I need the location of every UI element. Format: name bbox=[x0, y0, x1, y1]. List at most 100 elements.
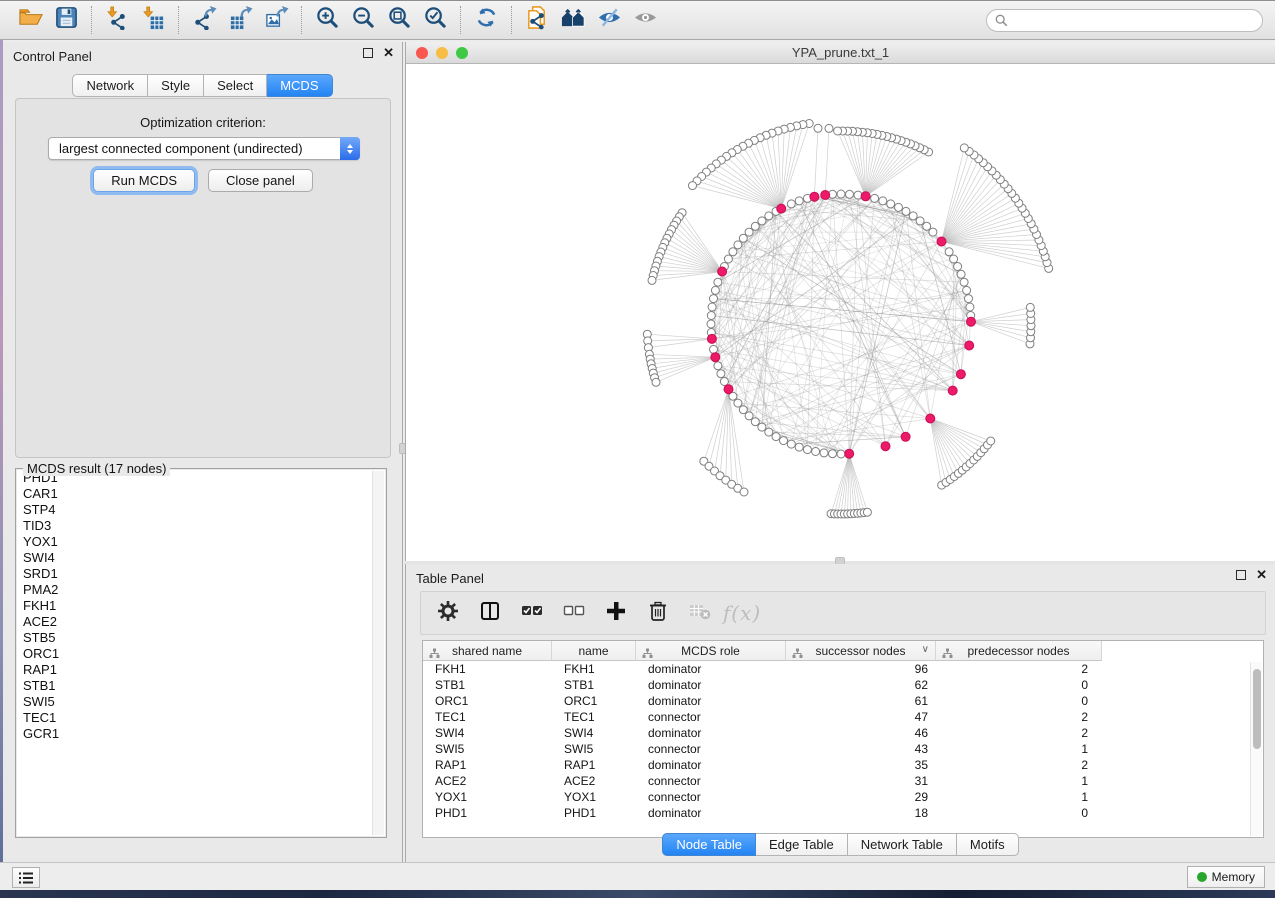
networks-home-button[interactable] bbox=[555, 4, 591, 36]
float-panel-icon[interactable] bbox=[363, 48, 373, 58]
gear-button[interactable] bbox=[435, 600, 461, 626]
mcds-result-list[interactable]: PHD1CAR1STP4TID3YOX1SWI4SRD1PMA2FKH1ACE2… bbox=[17, 470, 385, 836]
table-cell: FKH1 bbox=[423, 661, 552, 677]
select-all-button[interactable] bbox=[519, 600, 545, 626]
zoom-fit-button[interactable] bbox=[381, 4, 417, 36]
status-bar: Memory bbox=[0, 862, 1275, 890]
refresh-button[interactable] bbox=[468, 4, 504, 36]
result-item[interactable]: TID3 bbox=[17, 518, 385, 534]
close-panel-button[interactable]: Close panel bbox=[208, 169, 313, 192]
tab-style[interactable]: Style bbox=[148, 74, 204, 97]
tab-network[interactable]: Network bbox=[72, 74, 148, 97]
result-item[interactable]: STB5 bbox=[17, 630, 385, 646]
columns-button[interactable] bbox=[477, 600, 503, 626]
close-panel-icon[interactable]: ✕ bbox=[383, 48, 394, 58]
delete-button[interactable] bbox=[645, 600, 671, 626]
network-graph[interactable] bbox=[406, 64, 1275, 560]
search-field[interactable] bbox=[986, 9, 1263, 32]
sort-indicator-icon[interactable]: ∨ bbox=[922, 644, 929, 655]
result-item[interactable]: SWI5 bbox=[17, 694, 385, 710]
result-item[interactable]: SRD1 bbox=[17, 566, 385, 582]
table-cell: YOX1 bbox=[423, 789, 552, 805]
table-cell: dominator bbox=[636, 693, 786, 709]
result-scrollbar[interactable] bbox=[372, 471, 384, 835]
hide-selected-button[interactable] bbox=[591, 4, 627, 36]
tab-edge-table[interactable]: Edge Table bbox=[756, 833, 848, 856]
result-item[interactable]: STP4 bbox=[17, 502, 385, 518]
mcds-result-title: MCDS result (17 nodes) bbox=[23, 461, 170, 476]
import-table-button[interactable] bbox=[135, 4, 171, 36]
toolbar-separator bbox=[178, 6, 179, 34]
float-panel-icon[interactable] bbox=[1236, 570, 1246, 580]
result-item[interactable]: ACE2 bbox=[17, 614, 385, 630]
memory-button[interactable]: Memory bbox=[1187, 866, 1265, 888]
export-table-icon bbox=[228, 5, 253, 35]
result-item[interactable]: FKH1 bbox=[17, 598, 385, 614]
table-row[interactable]: SWI5SWI5connector431 bbox=[423, 741, 1263, 757]
deselect-all-icon bbox=[563, 600, 585, 627]
attribute-tree-icon bbox=[942, 646, 953, 664]
result-item[interactable]: RAP1 bbox=[17, 662, 385, 678]
column-header-successor-nodes[interactable]: successor nodes∨ bbox=[786, 641, 936, 661]
table-row[interactable]: ACE2ACE2connector311 bbox=[423, 773, 1263, 789]
table-scrollbar[interactable] bbox=[1250, 662, 1262, 836]
result-item[interactable]: YOX1 bbox=[17, 534, 385, 550]
task-history-button[interactable] bbox=[12, 867, 40, 888]
tab-network-table[interactable]: Network Table bbox=[848, 833, 957, 856]
table-cell: 2 bbox=[936, 725, 1102, 741]
network-canvas[interactable] bbox=[406, 64, 1275, 560]
table-cell: connector bbox=[636, 773, 786, 789]
result-item[interactable]: ORC1 bbox=[17, 646, 385, 662]
folder-open-button[interactable] bbox=[12, 4, 48, 36]
import-network-button[interactable] bbox=[99, 4, 135, 36]
desktop-wallpaper-bottom bbox=[0, 890, 1275, 898]
zoom-selected-button[interactable] bbox=[417, 4, 453, 36]
zoom-out-button[interactable] bbox=[345, 4, 381, 36]
result-item[interactable]: TEC1 bbox=[17, 710, 385, 726]
mcds-panel: Optimization criterion: largest connecte… bbox=[15, 98, 391, 458]
run-mcds-button[interactable]: Run MCDS bbox=[93, 169, 195, 192]
result-item[interactable]: SWI4 bbox=[17, 550, 385, 566]
column-header-name[interactable]: name bbox=[552, 641, 636, 661]
tab-motifs[interactable]: Motifs bbox=[957, 833, 1019, 856]
control-panel-title: Control Panel bbox=[13, 49, 92, 64]
deselect-all-button[interactable] bbox=[561, 600, 587, 626]
table-row[interactable]: RAP1RAP1dominator352 bbox=[423, 757, 1263, 773]
result-item[interactable]: PMA2 bbox=[17, 582, 385, 598]
zoom-in-button[interactable] bbox=[309, 4, 345, 36]
select-all-icon bbox=[521, 600, 543, 627]
close-panel-icon[interactable]: ✕ bbox=[1256, 570, 1267, 580]
export-table-button[interactable] bbox=[222, 4, 258, 36]
table-cell: dominator bbox=[636, 661, 786, 677]
tab-mcds[interactable]: MCDS bbox=[267, 74, 332, 97]
function-button: f(x) bbox=[729, 600, 755, 626]
network-window-titlebar[interactable]: YPA_prune.txt_1 bbox=[406, 42, 1275, 64]
table-row[interactable]: STB1STB1dominator620 bbox=[423, 677, 1263, 693]
attribute-tree-icon bbox=[642, 646, 653, 664]
tab-node-table[interactable]: Node Table bbox=[662, 833, 756, 856]
result-item[interactable]: STB1 bbox=[17, 678, 385, 694]
table-row[interactable]: SWI4SWI4dominator462 bbox=[423, 725, 1263, 741]
column-header-mcds-role[interactable]: MCDS role bbox=[636, 641, 786, 661]
table-row[interactable]: FKH1FKH1dominator962 bbox=[423, 661, 1263, 677]
tab-select[interactable]: Select bbox=[204, 74, 267, 97]
column-header-shared-name[interactable]: shared name bbox=[423, 641, 552, 661]
table-cell: 2 bbox=[936, 661, 1102, 677]
export-image-button[interactable] bbox=[258, 4, 294, 36]
criterion-dropdown[interactable]: largest connected component (undirected) bbox=[48, 137, 360, 160]
table-row[interactable]: YOX1YOX1connector291 bbox=[423, 789, 1263, 805]
save-button[interactable] bbox=[48, 4, 84, 36]
search-input[interactable] bbox=[1013, 13, 1254, 27]
table-row[interactable]: TEC1TEC1connector472 bbox=[423, 709, 1263, 725]
export-network-button[interactable] bbox=[186, 4, 222, 36]
column-header-predecessor-nodes[interactable]: predecessor nodes bbox=[936, 641, 1102, 661]
result-item[interactable]: CAR1 bbox=[17, 486, 385, 502]
clone-network-button[interactable] bbox=[519, 4, 555, 36]
table-cell: 46 bbox=[786, 725, 936, 741]
show-all-button[interactable] bbox=[627, 4, 663, 36]
add-button[interactable] bbox=[603, 600, 629, 626]
result-item[interactable]: GCR1 bbox=[17, 726, 385, 742]
table-row[interactable]: PHD1PHD1dominator180 bbox=[423, 805, 1263, 821]
table-scrollbar-thumb[interactable] bbox=[1253, 669, 1261, 749]
table-row[interactable]: ORC1ORC1dominator610 bbox=[423, 693, 1263, 709]
